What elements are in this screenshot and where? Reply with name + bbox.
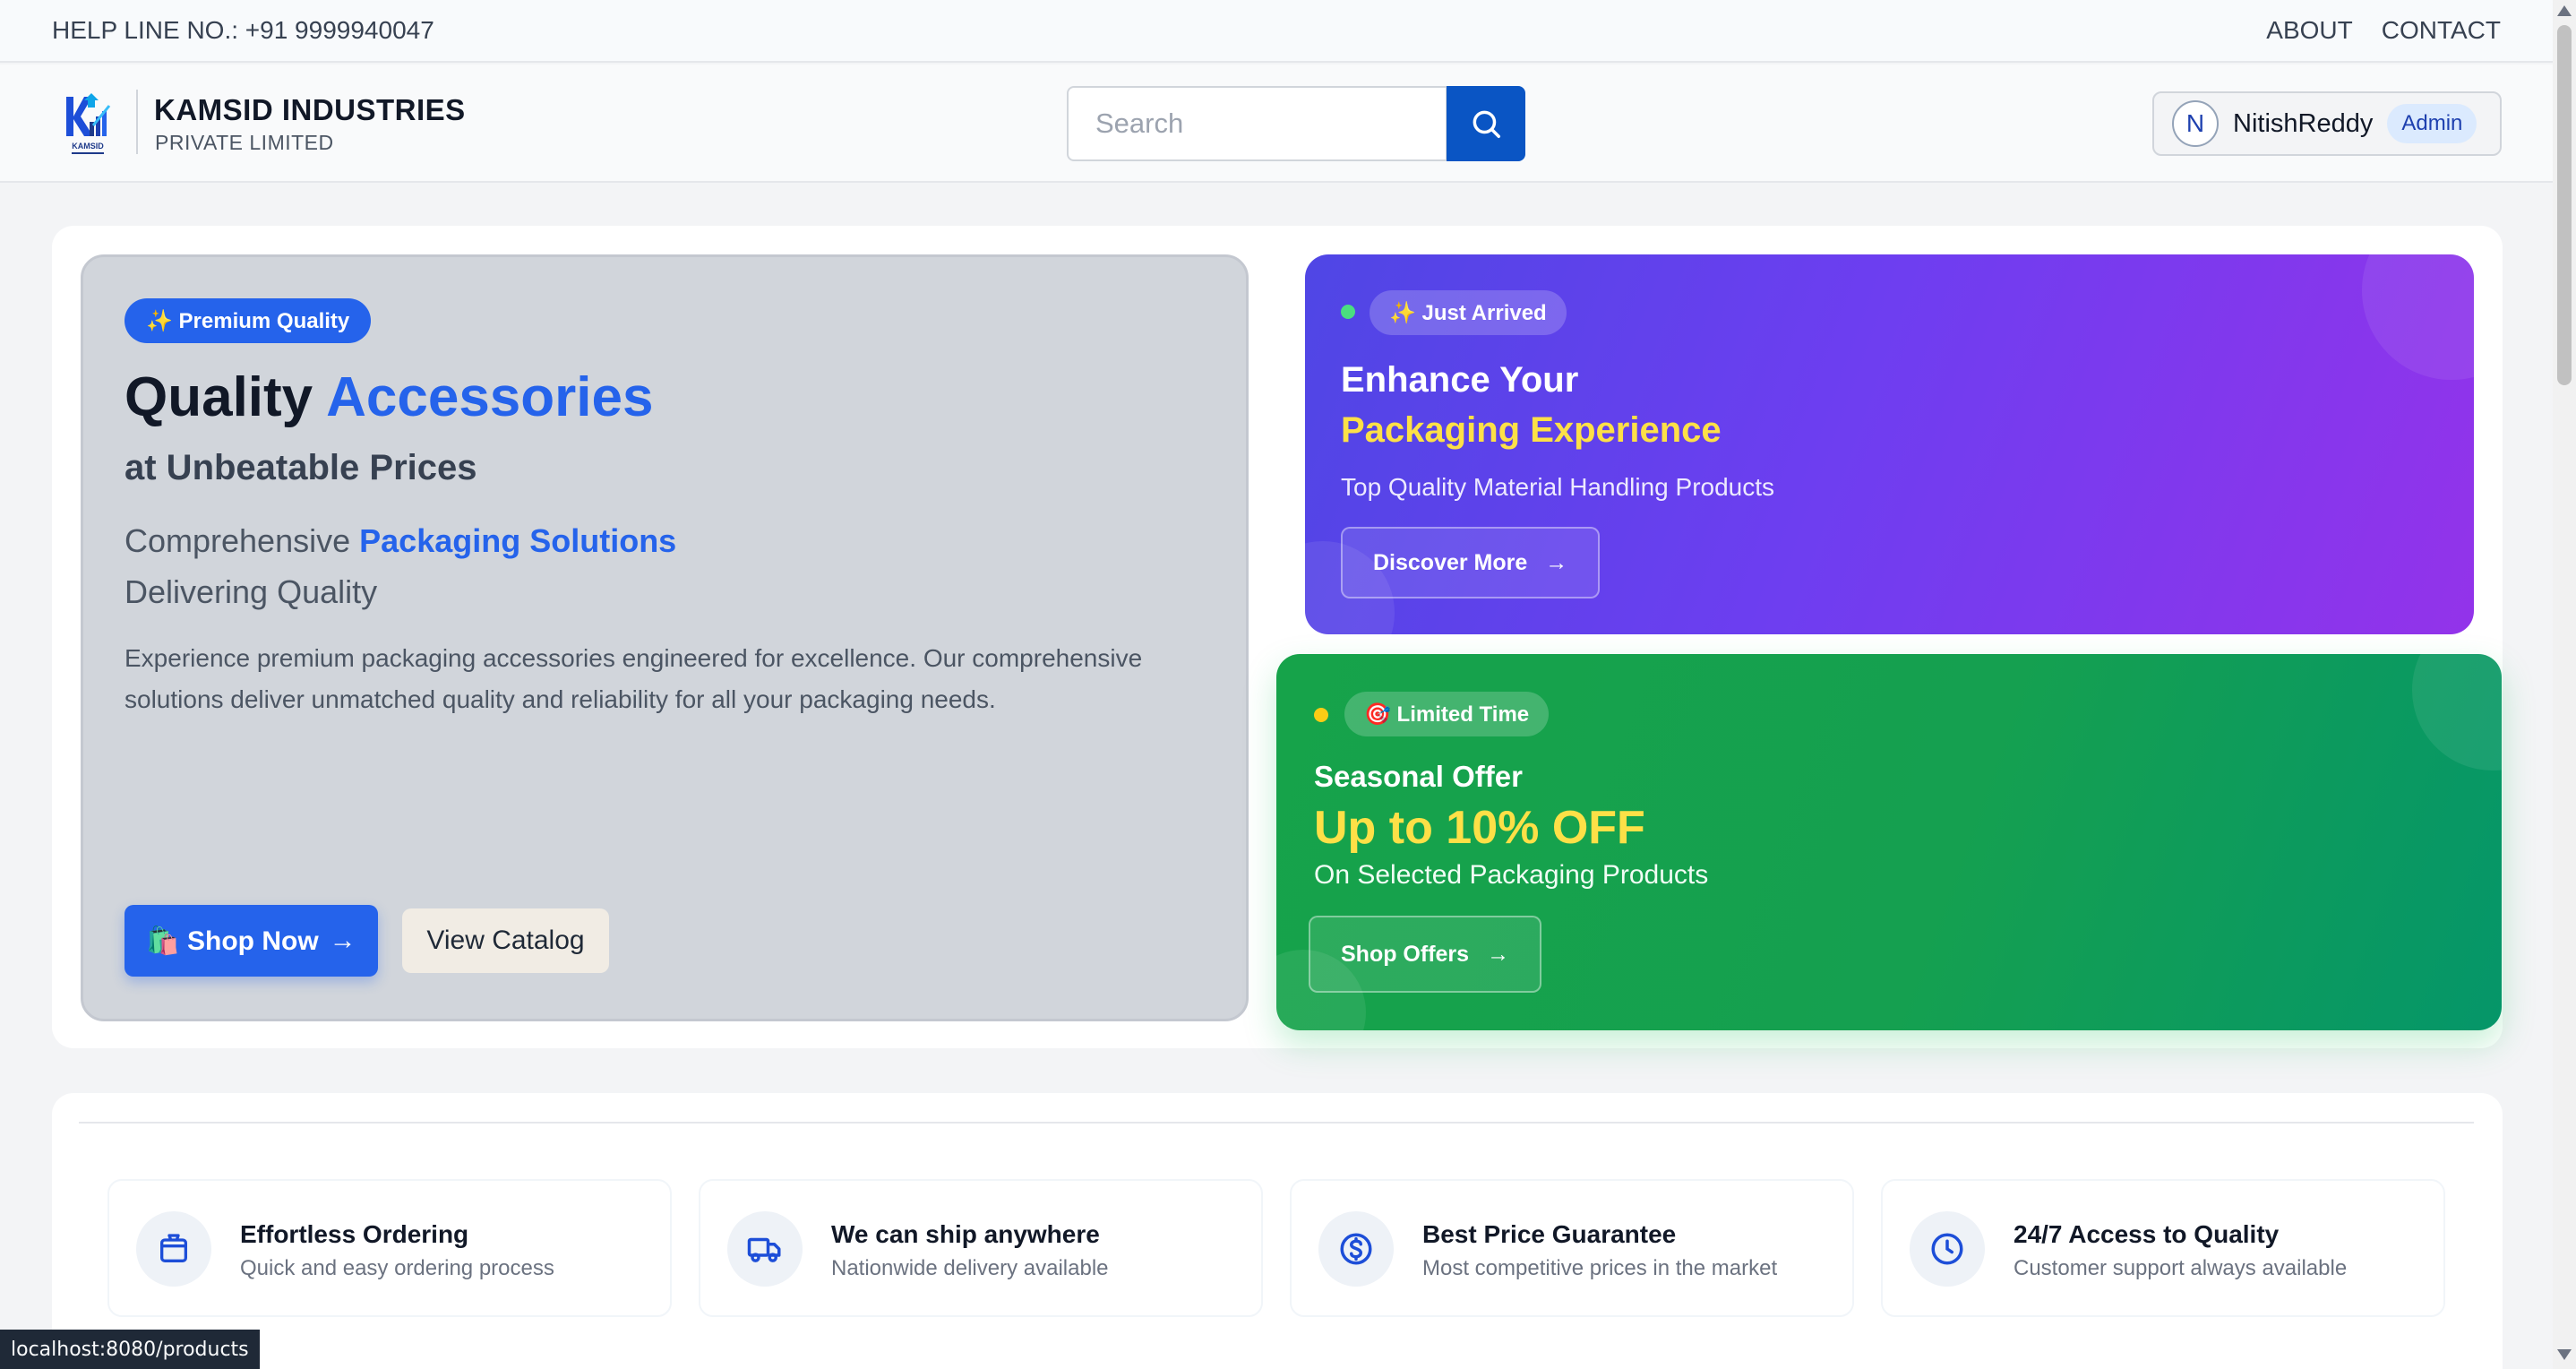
company-subtitle: PRIVATE LIMITED [155, 131, 334, 154]
dollar-icon [1318, 1211, 1394, 1287]
discover-more-button[interactable]: Discover More → [1341, 527, 1601, 598]
discover-more-label: Discover More [1373, 549, 1528, 575]
feature-title: We can ship anywhere [831, 1220, 1100, 1248]
hero-delivering: Delivering Quality [125, 573, 378, 610]
offer-subtitle: On Selected Packaging Products [1314, 860, 1709, 890]
svg-text:KAMSID: KAMSID [72, 142, 104, 151]
feature-subtitle: Customer support always available [2014, 1256, 2348, 1280]
feature-card: 24/7 Access to Quality Customer support … [1881, 1179, 2445, 1317]
hero-title: Quality Accessories [125, 366, 653, 429]
scroll-down-arrow-icon[interactable] [2557, 1349, 2572, 1360]
decorative-circle [2362, 254, 2474, 380]
hero-subtitle: at Unbeatable Prices [125, 448, 477, 487]
purple-title-line1: Enhance Your [1341, 360, 1579, 400]
arrow-right-icon: → [1487, 941, 1510, 967]
shop-now-button[interactable]: 🛍️ Shop Now → [125, 905, 378, 977]
package-icon [136, 1211, 211, 1287]
logo-divider [136, 90, 138, 154]
just-arrived-card[interactable]: ✨ Just Arrived Enhance Your Packaging Ex… [1305, 254, 2474, 634]
company-logo[interactable]: KAMSID [63, 90, 113, 158]
contact-link[interactable]: CONTACT [2382, 16, 2501, 45]
decorative-circle [2412, 654, 2502, 771]
feature-title: 24/7 Access to Quality [2014, 1220, 2280, 1248]
shop-offers-button[interactable]: Shop Offers → [1309, 916, 1542, 993]
truck-icon [727, 1211, 803, 1287]
page-scrollbar[interactable] [2553, 0, 2576, 1369]
hero-tagline-accent: Packaging Solutions [359, 522, 677, 559]
user-name: NitishReddy [2233, 108, 2374, 138]
premium-quality-badge: ✨ Premium Quality [125, 298, 372, 343]
arrow-right-icon: → [329, 926, 356, 955]
company-name: KAMSID INDUSTRIES [154, 93, 466, 126]
hero-title-prefix: Quality [125, 366, 313, 428]
status-dot [1314, 708, 1328, 722]
view-catalog-button[interactable]: View Catalog [402, 908, 609, 973]
features-divider [79, 1122, 2474, 1124]
limited-time-badge: 🎯 Limited Time [1344, 692, 1550, 736]
kamsid-logo-icon: KAMSID [66, 93, 111, 154]
seasonal-offer-title: Seasonal Offer [1314, 760, 1523, 793]
top-info-bar: HELP LINE NO.: +91 9999940047 ABOUT CONT… [0, 0, 2553, 63]
search-button[interactable] [1447, 86, 1525, 161]
site-header: KAMSID KAMSID INDUSTRIES PRIVATE LIMITED… [0, 65, 2553, 183]
purple-title-line2: Packaging Experience [1341, 410, 1722, 450]
feature-card: Effortless Ordering Quick and easy order… [107, 1179, 672, 1317]
search-icon [1473, 110, 1500, 138]
user-menu[interactable]: N NitishReddy Admin [2152, 91, 2502, 156]
feature-subtitle: Nationwide delivery available [831, 1256, 1109, 1280]
hero-title-accent: Accessories [326, 366, 654, 428]
search-input[interactable]: Search [1067, 86, 1447, 161]
hero-tagline: Comprehensive Packaging Solutions [125, 522, 676, 560]
hero-description: Experience premium packaging accessories… [125, 644, 1143, 713]
offer-headline: Up to 10% OFF [1314, 802, 1645, 854]
purple-subtitle: Top Quality Material Handling Products [1341, 473, 1775, 501]
status-dot [1341, 305, 1355, 319]
limited-time-card[interactable]: 🎯 Limited Time Seasonal Offer Up to 10% … [1276, 654, 2502, 1030]
scrollbar-thumb[interactable] [2557, 25, 2572, 385]
feature-card: We can ship anywhere Nationwide delivery… [699, 1179, 1263, 1317]
avatar: N [2172, 100, 2219, 147]
feature-title: Effortless Ordering [240, 1220, 469, 1248]
feature-title: Best Price Guarantee [1422, 1220, 1677, 1248]
scroll-up-arrow-icon[interactable] [2557, 5, 2572, 16]
clock-icon [1910, 1211, 1985, 1287]
shop-now-label: 🛍️ Shop Now [146, 926, 319, 956]
feature-subtitle: Most competitive prices in the market [1422, 1256, 1778, 1280]
feature-subtitle: Quick and easy ordering process [240, 1256, 554, 1280]
hero-tagline-prefix: Comprehensive [125, 522, 351, 559]
role-badge: Admin [2387, 104, 2477, 143]
feature-card: Best Price Guarantee Most competitive pr… [1290, 1179, 1854, 1317]
top-links: ABOUT CONTACT [2266, 16, 2501, 45]
shop-offers-label: Shop Offers [1341, 941, 1470, 967]
just-arrived-badge: ✨ Just Arrived [1370, 290, 1567, 335]
about-link[interactable]: ABOUT [2266, 16, 2352, 45]
arrow-right-icon: → [1545, 549, 1568, 575]
status-bar-url: localhost:8080/products [0, 1330, 260, 1369]
helpline-text: HELP LINE NO.: +91 9999940047 [52, 16, 434, 44]
